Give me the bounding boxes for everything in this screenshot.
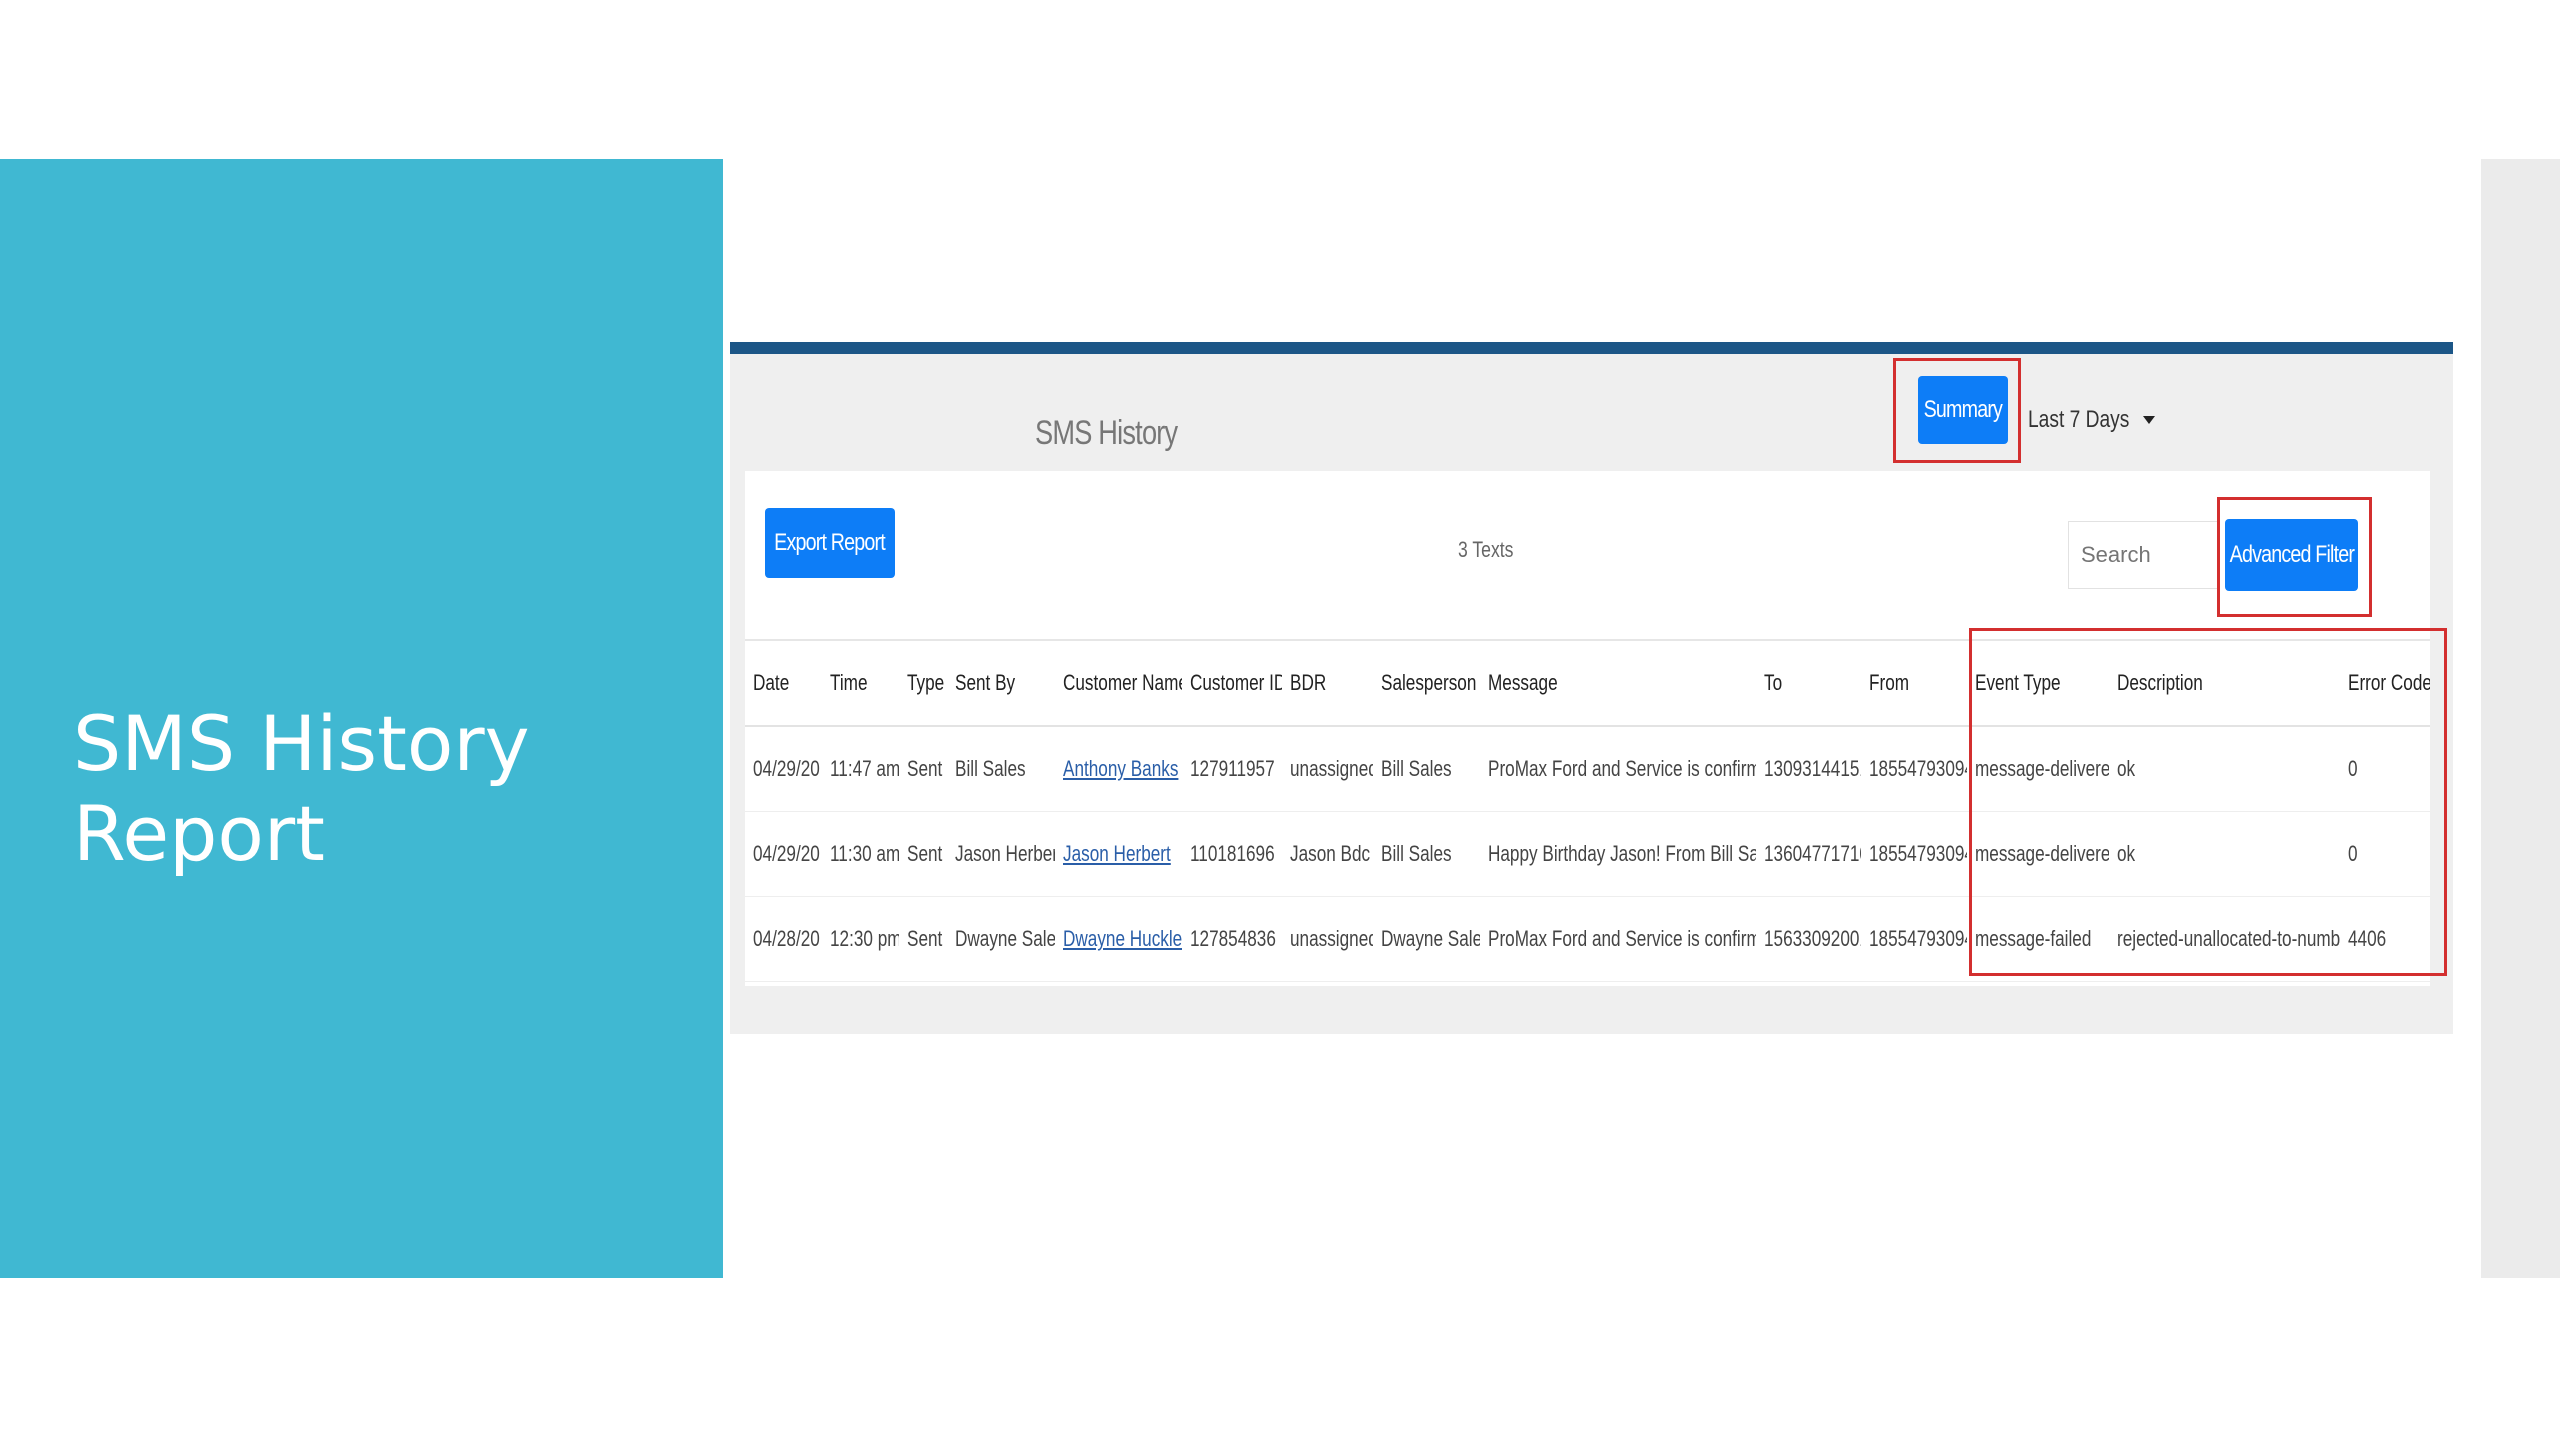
slide-title: SMS History Report (73, 699, 673, 879)
cell-to: 15633092001 (1756, 896, 1861, 982)
summary-highlight-box (1893, 358, 2021, 463)
cell-to: 13093144151 (1756, 726, 1861, 812)
cell-customer-name: Dwayne Huckle (1055, 896, 1182, 982)
column-header-salesperson[interactable]: Salesperson (1373, 641, 1480, 727)
slide-title-line-1: SMS History (73, 699, 530, 788)
cell-message: Happy Birthday Jason! From Bill Sales ..… (1480, 811, 1756, 897)
cell-customer-id: 127854836 (1182, 896, 1282, 982)
cell-bdr: Jason Bdc (1282, 811, 1373, 897)
cell-from: 18554793094 (1861, 726, 1967, 812)
customer-name-link[interactable]: Jason Herbert (1063, 841, 1171, 867)
export-report-label: Export Report (774, 529, 887, 556)
column-header-bdr[interactable]: BDR (1282, 641, 1373, 727)
slide-title-line-2: Report (73, 789, 325, 878)
search-input[interactable] (2068, 521, 2220, 589)
cell-type: Sent (899, 811, 947, 897)
page-title: SMS History (1035, 414, 1178, 452)
cell-sent-by: Bill Sales (947, 726, 1055, 812)
record-count: 3 Texts (1458, 537, 1514, 562)
column-header-type[interactable]: Type (899, 641, 947, 727)
column-header-customer-name[interactable]: Customer Name (1055, 641, 1182, 727)
report-panel: Export Report 3 Texts Advanced Filter Da… (745, 471, 2447, 986)
cell-salesperson: Bill Sales (1373, 726, 1480, 812)
cell-bdr: unassigned (1282, 896, 1373, 982)
column-header-to[interactable]: To (1756, 641, 1861, 727)
cell-time: 11:47 am (822, 726, 899, 812)
caret-down-icon (2142, 416, 2155, 424)
date-range-dropdown[interactable]: Last 7 Days (2028, 406, 2155, 434)
cell-salesperson: Bill Sales (1373, 811, 1480, 897)
cell-message: ProMax Ford and Service is confirmin... (1480, 896, 1756, 982)
column-header-from[interactable]: From (1861, 641, 1967, 727)
cell-type: Sent (899, 726, 947, 812)
cell-from: 18554793094 (1861, 811, 1967, 897)
cell-customer-name: Anthony Banks (1055, 726, 1182, 812)
column-header-message[interactable]: Message (1480, 641, 1756, 727)
customer-name-link[interactable]: Dwayne Huckle (1063, 926, 1182, 952)
column-header-sent-by[interactable]: Sent By (947, 641, 1055, 727)
cell-from: 18554793094 (1861, 896, 1967, 982)
cell-customer-id: 127911957 (1182, 726, 1282, 812)
slide-title-panel: SMS History Report (0, 159, 723, 1278)
cell-date: 04/28/20 (745, 896, 822, 982)
sms-history-report-screenshot: SMS History Summary Last 7 Days Export R… (730, 342, 2453, 1034)
cell-message: ProMax Ford and Service is confirmin... (1480, 726, 1756, 812)
cell-time: 12:30 pm (822, 896, 899, 982)
cell-bdr: unassigned (1282, 726, 1373, 812)
column-header-customer-id[interactable]: Customer ID (1182, 641, 1282, 727)
export-report-button[interactable]: Export Report (765, 508, 895, 578)
cell-time: 11:30 am (822, 811, 899, 897)
date-range-label: Last 7 Days (2028, 406, 2130, 433)
cell-to: 13604771710 (1756, 811, 1861, 897)
cell-date: 04/29/20 (745, 726, 822, 812)
cell-salesperson: Dwayne Sales (1373, 896, 1480, 982)
cell-sent-by: Jason Herbert (947, 811, 1055, 897)
cell-type: Sent (899, 896, 947, 982)
advanced-filter-highlight-box (2217, 497, 2372, 617)
cell-sent-by: Dwayne Sales (947, 896, 1055, 982)
slide-right-accent-bar (2481, 159, 2560, 1278)
event-columns-highlight-box (1969, 628, 2447, 976)
column-header-time[interactable]: Time (822, 641, 899, 727)
cell-date: 04/29/20 (745, 811, 822, 897)
cell-customer-id: 110181696 (1182, 811, 1282, 897)
column-header-date[interactable]: Date (745, 641, 822, 727)
customer-name-link[interactable]: Anthony Banks (1063, 756, 1178, 782)
cell-customer-name: Jason Herbert (1055, 811, 1182, 897)
